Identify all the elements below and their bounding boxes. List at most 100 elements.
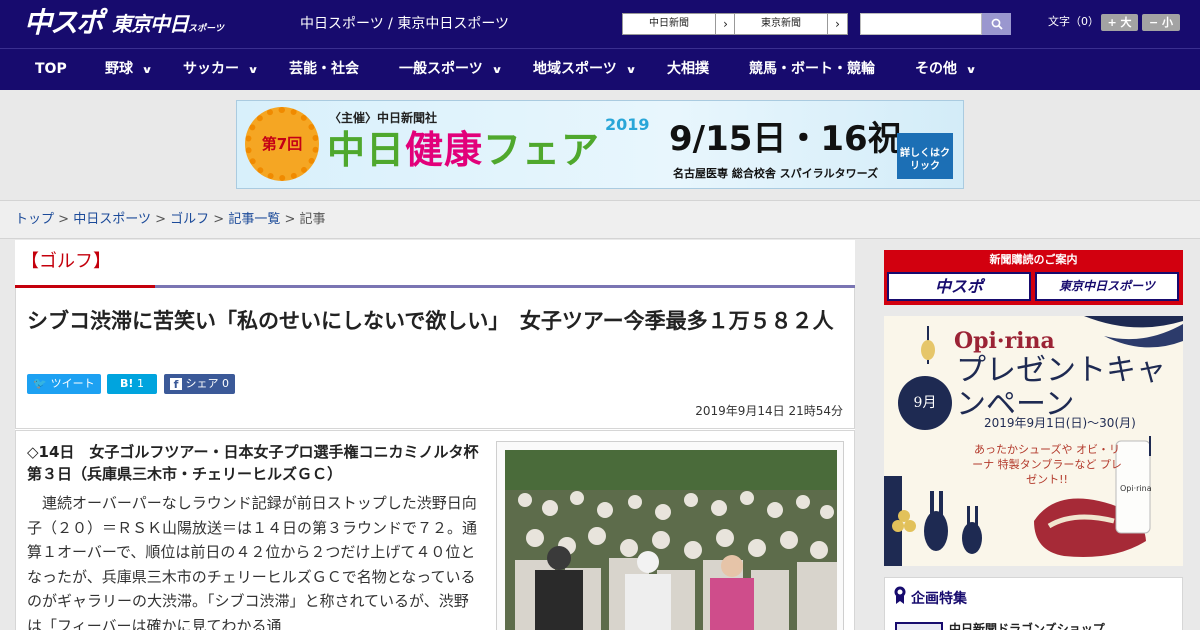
article-paragraph: 連続オーバーパーなしラウンド記録が前日ストップした渋野日向子（２０）＝ＲＳＫ山陽… <box>27 494 478 630</box>
search-input[interactable] <box>860 13 982 35</box>
subscribe-chuspo-button[interactable]: 中スポ <box>887 272 1031 301</box>
breadcrumb-current: 記事 <box>299 212 326 227</box>
subscription-heading: 新聞購読のご案内 <box>989 253 1078 266</box>
article-category: 【ゴルフ】 <box>21 251 111 272</box>
nav-item-label: 野球 <box>105 61 133 77</box>
chunichi-shimbun-label: 中日新聞 <box>649 18 689 29</box>
tokyo-chunichi-logo-text: 東京中日 <box>112 12 189 36</box>
site-title: 中日スポーツ / 東京中日スポーツ <box>300 16 510 32</box>
ad-brand: Opi·rina <box>954 328 1055 354</box>
ad-period: 2019年9月1日(日)〜30(月) <box>984 416 1136 430</box>
banner-title: 中日健康フェア <box>327 125 600 175</box>
breadcrumb-separator: > <box>213 212 225 227</box>
nav-item-top[interactable]: TOP <box>35 49 67 90</box>
facebook-share-button[interactable]: f シェア 0 <box>164 374 235 394</box>
tokyo-shimbun-label: 東京新聞 <box>761 18 801 29</box>
breadcrumb-top[interactable]: トップ <box>15 212 54 227</box>
breadcrumb-golf[interactable]: ゴルフ <box>170 212 209 227</box>
tokyo-chunichi-logo-small: スポーツ <box>188 24 224 34</box>
nav-item-label: その他 <box>915 61 957 77</box>
breadcrumb-separator: > <box>284 212 296 227</box>
feature-item-title[interactable]: 中日新聞ドラゴンズショップ <box>949 620 1105 630</box>
tokyo-shimbun-link[interactable]: 東京新聞 › <box>734 13 848 35</box>
article-headline: シブコ渋滞に苦笑い「私のせいにしないで欲しい」 女子ツアー今季最多１万５８２人 <box>27 309 834 333</box>
chevron-down-icon: ∨ <box>141 65 153 76</box>
flower-badge: 第7回 <box>245 107 319 181</box>
breadcrumb-article-list[interactable]: 記事一覧 <box>228 212 280 227</box>
breadcrumb-chunichi-sports[interactable]: 中日スポーツ <box>73 212 151 227</box>
nav-item-label: 大相撲 <box>667 61 709 77</box>
breadcrumb-separator: > <box>58 212 70 227</box>
nav-item-sumo[interactable]: 大相撲 <box>667 49 709 90</box>
article-body: ◇14日 女子ゴルフツアー・日本女子プロ選手権コニカミノルタ杯第３日（兵庫県三木… <box>15 430 855 630</box>
search-button[interactable] <box>982 13 1011 35</box>
facebook-share-label: シェア <box>185 377 219 390</box>
banner-host: 〈主催〉中日新聞社 <box>329 111 438 125</box>
banner-date: 9/15日・16祝 <box>669 119 902 159</box>
top-header: 中スポ 東京中日スポーツ 中日スポーツ / 東京中日スポーツ 中日新聞 › 東京… <box>0 0 1200 48</box>
headline-box: シブコ渋滞に苦笑い「私のせいにしないで欲しい」 女子ツアー今季最多１万５８２人 … <box>15 288 855 429</box>
banner-year: 2019 <box>605 115 650 134</box>
article-photo-frame <box>496 441 844 630</box>
nav-item-other[interactable]: その他 ∨ <box>915 49 977 90</box>
nav-item-baseball[interactable]: 野球 ∨ <box>105 49 153 90</box>
banner-title-a: 中日 <box>327 128 406 172</box>
hatena-count: 1 <box>136 377 144 390</box>
banner-venue: 名古屋医専 総合校舎 スパイラルタワーズ <box>673 167 879 180</box>
facebook-icon: f <box>170 378 182 391</box>
banner-title-c: フェア <box>483 128 601 172</box>
article-photo[interactable] <box>505 450 837 630</box>
nav-item-local-sports[interactable]: 地域スポーツ ∨ <box>533 49 637 90</box>
ad-month: 9月 <box>898 376 952 430</box>
banner-badge: 第7回 <box>261 135 303 153</box>
chuspo-logo[interactable]: 中スポ <box>24 8 104 38</box>
nav-item-soccer[interactable]: サッカー ∨ <box>183 49 259 90</box>
nav-item-label: サッカー <box>183 61 239 77</box>
nav-item-general-sports[interactable]: 一般スポーツ ∨ <box>399 49 503 90</box>
chevron-right-icon: › <box>827 14 847 34</box>
breadcrumb-separator: > <box>155 212 166 227</box>
published-date: 2019年9月14日 21時54分 <box>695 404 843 418</box>
banner-title-b: 健康 <box>405 128 484 172</box>
nav-item-label: TOP <box>35 61 67 77</box>
nav-item-label: 芸能・社会 <box>289 61 359 77</box>
tweet-label: ツイート <box>50 377 95 390</box>
ribbon-badge-icon <box>894 586 906 604</box>
feature-box: 企画特集 中日新聞ドラゴンズショップ <box>884 577 1183 630</box>
twitter-bird-icon: 🐦 <box>33 377 48 390</box>
chevron-down-icon: ∨ <box>491 65 503 76</box>
nav-item-label: 一般スポーツ <box>399 61 483 77</box>
opirina-campaign-ad[interactable]: Opi·rina Opi·rina プレゼントキャンペーン 9月 2019年9月… <box>884 316 1183 566</box>
article-lead: ◇14日 女子ゴルフツアー・日本女子プロ選手権コニカミノルタ杯第３日（兵庫県三木… <box>27 443 479 483</box>
banner-cta[interactable]: 詳しくはクリック <box>897 133 953 179</box>
search-icon <box>991 18 1003 30</box>
tokyo-chunichi-logo[interactable]: 東京中日スポーツ <box>112 12 224 41</box>
chevron-down-icon: ∨ <box>247 65 259 76</box>
gallery-crowd-image <box>505 450 837 630</box>
ad-title: プレゼントキャンペーン <box>956 353 1166 422</box>
tweet-button[interactable]: 🐦 ツイート <box>27 374 101 394</box>
hatena-icon: B! <box>120 377 134 390</box>
breadcrumb: トップ > 中日スポーツ > ゴルフ > 記事一覧 > 記事 <box>15 212 326 228</box>
feature-label: 企画特集 <box>911 591 967 607</box>
subscribe-tokyo-chunichi-button[interactable]: 東京中日スポーツ <box>1035 272 1179 301</box>
nav-item-racing[interactable]: 競馬・ボート・競輪 <box>749 49 875 90</box>
font-smaller-button[interactable]: − 小 <box>1142 14 1180 31</box>
chunichi-shimbun-link[interactable]: 中日新聞 › <box>622 13 736 35</box>
main-nav: TOP 野球 ∨ サッカー ∨ 芸能・社会 一般スポーツ ∨ 地域スポーツ ∨ 大相撲 … <box>0 48 1200 90</box>
chevron-down-icon: ∨ <box>625 65 637 76</box>
feature-thumbnail[interactable] <box>895 622 943 630</box>
ad-copy: あったかシューズや オビ・リーナ 特製タンブラーなど プレゼント!! <box>972 443 1122 486</box>
breadcrumb-bar: トップ > 中日スポーツ > ゴルフ > 記事一覧 > 記事 <box>0 200 1200 239</box>
nav-item-label: 地域スポーツ <box>533 61 617 77</box>
nav-item-entertainment[interactable]: 芸能・社会 <box>289 49 359 90</box>
hatena-bookmark-button[interactable]: B! 1 <box>107 374 157 394</box>
health-fair-banner[interactable]: 第7回 〈主催〉中日新聞社 中日健康フェア 2019 9/15日・16祝 名古屋… <box>236 100 964 189</box>
font-larger-button[interactable]: + 大 <box>1101 14 1138 31</box>
nav-item-label: 競馬・ボート・競輪 <box>749 61 875 77</box>
subscription-box: 新聞購読のご案内 中スポ 東京中日スポーツ <box>884 250 1183 305</box>
font-size-label: 文字（0） <box>1048 15 1099 28</box>
chevron-down-icon: ∨ <box>965 65 977 76</box>
article-column: 【ゴルフ】 シブコ渋滞に苦笑い「私のせいにしないで欲しい」 女子ツアー今季最多１… <box>15 240 855 630</box>
facebook-count: 0 <box>222 377 229 390</box>
